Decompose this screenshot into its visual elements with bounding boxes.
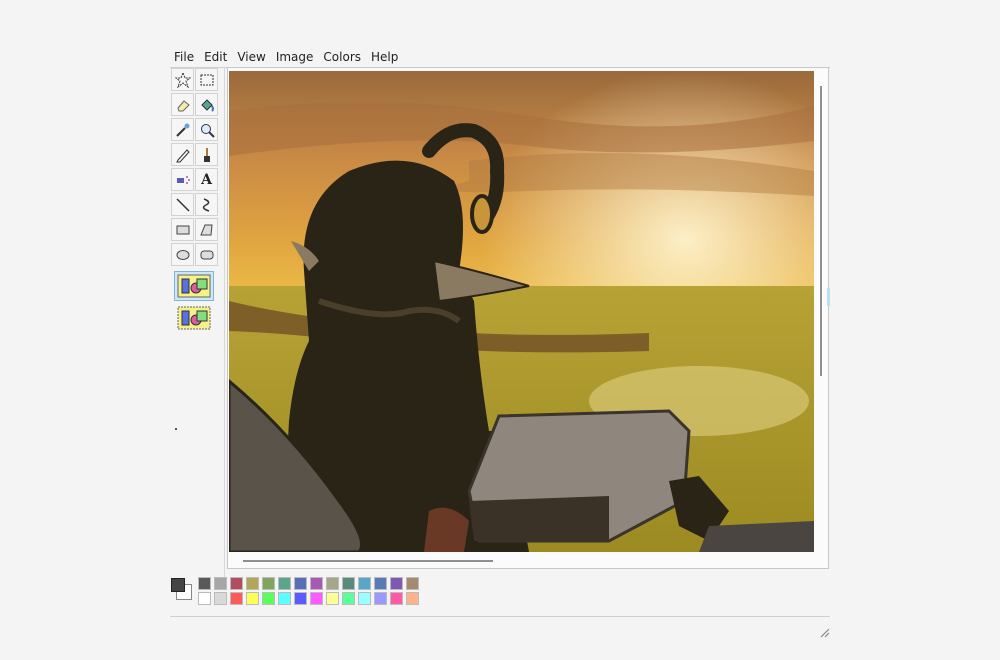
ellipse-icon bbox=[176, 249, 189, 260]
current-colors[interactable] bbox=[170, 576, 192, 602]
palette-color-swatch[interactable] bbox=[262, 577, 275, 590]
palette-color-swatch[interactable] bbox=[246, 577, 259, 590]
painting-image bbox=[229, 71, 814, 552]
palette-color-swatch[interactable] bbox=[374, 577, 387, 590]
palette-color-swatch[interactable] bbox=[358, 592, 371, 605]
canvas-area[interactable] bbox=[227, 67, 830, 569]
palette-color-swatch[interactable] bbox=[326, 577, 339, 590]
menu-help[interactable]: Help bbox=[367, 48, 404, 66]
palette-color-swatch[interactable] bbox=[406, 592, 419, 605]
opaque-selection-icon bbox=[177, 274, 211, 298]
palette-color-swatch[interactable] bbox=[278, 577, 291, 590]
palette-color-swatch[interactable] bbox=[390, 577, 403, 590]
fill-tool[interactable] bbox=[195, 93, 218, 116]
palette-color-swatch[interactable] bbox=[198, 577, 211, 590]
polygon-tool[interactable] bbox=[195, 218, 218, 241]
canvas-resize-handle[interactable] bbox=[827, 288, 830, 306]
opaque-selection-option[interactable] bbox=[174, 271, 214, 301]
curve-icon bbox=[202, 197, 209, 212]
rounded-rectangle-tool[interactable] bbox=[195, 243, 218, 266]
palette-color-swatch[interactable] bbox=[214, 592, 227, 605]
menu-view[interactable]: View bbox=[233, 48, 271, 66]
magnifier-tool[interactable] bbox=[195, 118, 218, 141]
pencil-icon bbox=[175, 148, 190, 162]
free-form-select-icon bbox=[174, 71, 191, 88]
palette-color-swatch[interactable] bbox=[294, 577, 307, 590]
menu-bar: File Edit View Image Colors Help bbox=[170, 48, 404, 66]
toolbox-divider bbox=[224, 68, 225, 588]
magnifier-icon bbox=[200, 123, 215, 138]
vertical-scrollbar[interactable] bbox=[820, 86, 822, 376]
line-icon bbox=[175, 197, 190, 212]
airbrush-tool[interactable] bbox=[171, 168, 194, 191]
palette-color-swatch[interactable] bbox=[326, 592, 339, 605]
menu-colors[interactable]: Colors bbox=[319, 48, 367, 66]
palette-color-swatch[interactable] bbox=[262, 592, 275, 605]
brush-icon bbox=[203, 147, 210, 162]
rectangle-icon bbox=[176, 225, 189, 234]
palette-color-swatch[interactable] bbox=[246, 592, 259, 605]
eraser-tool[interactable] bbox=[171, 93, 194, 116]
pick-color-icon bbox=[175, 123, 189, 137]
foreground-color[interactable] bbox=[171, 578, 185, 592]
rectangle-tool[interactable] bbox=[171, 218, 194, 241]
palette-color-swatch[interactable] bbox=[310, 592, 323, 605]
palette-color-swatch[interactable] bbox=[230, 592, 243, 605]
palette-color-swatch[interactable] bbox=[406, 577, 419, 590]
fill-icon bbox=[200, 98, 214, 112]
select-icon bbox=[200, 74, 213, 85]
pick-color-tool[interactable] bbox=[171, 118, 194, 141]
rounded-rectangle-icon bbox=[200, 250, 213, 259]
palette-color-swatch[interactable] bbox=[342, 592, 355, 605]
drawing-canvas[interactable] bbox=[229, 71, 814, 552]
palette-color-swatch[interactable] bbox=[358, 577, 371, 590]
text-icon: A bbox=[201, 171, 212, 188]
resize-grip-icon[interactable] bbox=[818, 626, 830, 638]
pencil-tool[interactable] bbox=[171, 143, 194, 166]
palette-color-swatch[interactable] bbox=[310, 577, 323, 590]
text-tool[interactable]: A bbox=[195, 168, 218, 191]
toolbox-dot bbox=[175, 428, 177, 430]
ellipse-tool[interactable] bbox=[171, 243, 194, 266]
palette-color-swatch[interactable] bbox=[390, 592, 403, 605]
eraser-icon bbox=[176, 99, 190, 111]
palette-color-swatch[interactable] bbox=[374, 592, 387, 605]
palette-color-swatch[interactable] bbox=[294, 592, 307, 605]
menu-file[interactable]: File bbox=[170, 48, 200, 66]
free-form-select-tool[interactable] bbox=[171, 68, 194, 91]
menu-image[interactable]: Image bbox=[272, 48, 320, 66]
transparent-selection-option[interactable] bbox=[174, 303, 214, 333]
color-palette bbox=[170, 574, 430, 614]
airbrush-icon bbox=[176, 175, 190, 184]
polygon-icon bbox=[199, 224, 213, 235]
horizontal-scrollbar[interactable] bbox=[243, 560, 493, 562]
paint-window: File Edit View Image Colors Help A bbox=[170, 44, 830, 644]
brush-tool[interactable] bbox=[195, 143, 218, 166]
palette-color-swatch[interactable] bbox=[278, 592, 291, 605]
curve-tool[interactable] bbox=[195, 193, 218, 216]
palette-color-swatch[interactable] bbox=[214, 577, 227, 590]
palette-color-swatch[interactable] bbox=[198, 592, 211, 605]
palette-color-swatch[interactable] bbox=[342, 577, 355, 590]
menu-edit[interactable]: Edit bbox=[200, 48, 233, 66]
status-divider bbox=[170, 616, 830, 617]
select-tool[interactable] bbox=[195, 68, 218, 91]
line-tool[interactable] bbox=[171, 193, 194, 216]
palette-color-swatch[interactable] bbox=[230, 577, 243, 590]
transparent-selection-icon bbox=[177, 306, 211, 330]
